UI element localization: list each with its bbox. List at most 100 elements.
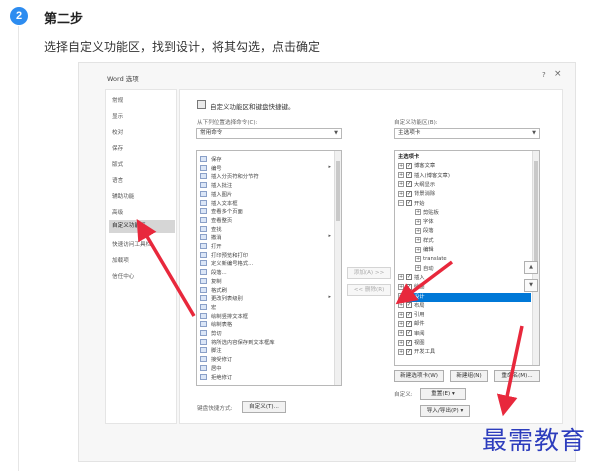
tree-item[interactable]: + ✓ 引用 (398, 311, 531, 320)
choose-commands-dropdown[interactable]: 常用命令 ▼ (196, 128, 342, 139)
nav-item-trust-center[interactable]: 信任中心 (112, 272, 134, 280)
expand-icon[interactable]: + (415, 265, 421, 272)
checkbox[interactable]: ✓ (406, 162, 412, 169)
tree-item[interactable]: + ✓ 审阅 (398, 330, 531, 339)
checkbox[interactable]: ✓ (406, 181, 412, 188)
expand-icon[interactable]: + (415, 246, 421, 253)
tree-item[interactable]: + 样式 (415, 237, 531, 246)
tree-item[interactable]: + ✓ 邮件 (398, 320, 531, 329)
command-item[interactable]: 段落... (211, 268, 227, 276)
nav-item-addins[interactable]: 加载项 (112, 256, 129, 264)
tree-item[interactable]: + 段落 (415, 227, 531, 236)
nav-item-quick-access-toolbar[interactable]: 快速访问工具栏 (112, 240, 151, 248)
move-down-button[interactable]: ▼ (524, 279, 538, 292)
command-item[interactable]: 保存 (211, 155, 222, 163)
customize-shortcuts-button[interactable]: 自定义(T)... (242, 401, 286, 413)
expand-icon[interactable]: + (398, 320, 404, 327)
scrollbar-thumb[interactable] (336, 161, 340, 221)
add-button[interactable]: 添加(A) >> (347, 267, 391, 279)
nav-item-advanced[interactable]: 高级 (112, 208, 123, 216)
command-item[interactable]: 绘制表格 (211, 320, 232, 328)
checkbox[interactable]: ✓ (406, 339, 412, 346)
command-item[interactable]: 查看多个页面 (211, 207, 243, 215)
tree-item[interactable]: + 字体 (415, 218, 531, 227)
command-item[interactable]: 更改列表级别 (211, 294, 243, 302)
tree-item[interactable]: + 剪贴板 (415, 209, 531, 218)
tree-item[interactable]: + translate (415, 255, 531, 264)
nav-item-layout[interactable]: 版式 (112, 160, 123, 168)
commands-scrollbar[interactable] (334, 151, 341, 385)
tree-item[interactable]: + ✓ 大纲显示 (398, 181, 531, 190)
move-up-button[interactable]: ▲ (524, 261, 538, 274)
tree-item[interactable]: + 自动 (415, 265, 531, 274)
command-item[interactable]: 插入批注 (211, 181, 232, 189)
remove-button[interactable]: << 删除(R) (347, 284, 391, 296)
nav-item-proofing[interactable]: 校对 (112, 128, 123, 136)
tree-item[interactable]: + ✓ 视图 (398, 339, 531, 348)
scrollbar-thumb[interactable] (534, 161, 538, 261)
command-item[interactable]: 插入文本框 (211, 199, 238, 207)
tree-scrollbar[interactable] (532, 151, 539, 365)
tree-item[interactable]: + ✓ 背景消除 (398, 190, 531, 199)
expand-icon[interactable]: + (398, 302, 404, 309)
tree-item[interactable]: + ✓ 博客文章 (398, 162, 531, 171)
command-item[interactable]: 查看整页 (211, 216, 232, 224)
command-item[interactable]: 复制 (211, 277, 222, 285)
command-item[interactable]: 编号 (211, 164, 222, 172)
command-item[interactable]: 接受修订 (211, 355, 232, 363)
tree-item[interactable]: + ✓ 开发工具 (398, 348, 531, 357)
expand-icon[interactable]: + (415, 227, 421, 234)
expand-icon[interactable]: + (415, 255, 421, 262)
command-item[interactable]: 定义新编号格式... (211, 259, 253, 267)
command-item[interactable]: 查找 (211, 225, 222, 233)
expand-icon[interactable]: + (398, 283, 404, 290)
checkbox[interactable]: ✓ (406, 302, 412, 309)
checkbox[interactable]: ✓ (406, 330, 412, 337)
checkbox[interactable]: ✓ (406, 348, 412, 355)
expand-icon[interactable]: + (398, 181, 404, 188)
command-item[interactable]: 打开 (211, 242, 222, 250)
nav-item-customize-ribbon[interactable]: 自定义功能区 (109, 220, 175, 233)
command-item[interactable]: 将所选内容保存到文本框库 (211, 338, 275, 346)
help-icon[interactable]: ? (542, 71, 546, 79)
new-tab-button[interactable]: 新建选项卡(W) (394, 370, 444, 382)
expand-icon[interactable]: + (415, 237, 421, 244)
checkbox[interactable]: ✓ (406, 293, 412, 299)
tree-item[interactable]: + 编辑 (415, 246, 531, 255)
expand-icon[interactable]: + (398, 190, 404, 197)
checkbox[interactable]: ✓ (406, 283, 412, 290)
tree-item[interactable]: + ✓ 绘图 (398, 283, 531, 292)
command-item[interactable]: 打印预览和打印 (211, 251, 248, 259)
command-item[interactable]: 插入分页符和分节符 (211, 172, 259, 180)
checkbox[interactable]: ✓ (406, 190, 412, 197)
command-item[interactable]: 宏 (211, 303, 216, 311)
checkbox[interactable]: ✓ (406, 172, 412, 179)
tree-item[interactable]: + ✓ 插入(博客文章) (398, 172, 531, 181)
command-item[interactable]: 撤消 (211, 233, 222, 241)
expand-icon[interactable]: + (398, 172, 404, 179)
nav-item-general[interactable]: 常规 (112, 96, 123, 104)
checkbox[interactable]: ✓ (406, 320, 412, 327)
command-item[interactable]: 居中 (211, 364, 222, 372)
expand-icon[interactable]: + (398, 311, 404, 318)
tree-item-design[interactable]: + ✓ 设计 (398, 292, 531, 302)
expand-icon[interactable]: + (398, 339, 404, 346)
expand-icon[interactable]: + (415, 209, 421, 216)
command-item[interactable]: 格式刷 (211, 286, 227, 294)
customize-ribbon-dropdown[interactable]: 主选项卡 ▼ (394, 128, 540, 139)
new-group-button[interactable]: 新建组(N) (450, 370, 488, 382)
commands-list[interactable]: 保存 编号 插入分页符和分节符 插入批注 插入图片 插入文本框 查看多个页面 查看整页 查找 撤消… (196, 150, 342, 386)
close-icon[interactable]: × (554, 69, 562, 79)
reset-button[interactable]: 重置(E) ▾ (420, 388, 466, 400)
ribbon-tabs-tree[interactable]: 主选项卡 + ✓ 博客文章 + ✓ 插入(博客文章) + ✓ 大纲显示 + ✓ 背景消除 − ✓ 开始 + 剪贴板… (394, 150, 540, 366)
expand-icon[interactable]: + (415, 218, 421, 225)
tree-item[interactable]: + ✓ 插入 (398, 274, 531, 283)
checkbox[interactable]: ✓ (406, 311, 412, 318)
tree-item[interactable]: − ✓ 开始 (398, 200, 531, 209)
expand-icon[interactable]: + (398, 293, 404, 299)
nav-item-language[interactable]: 语言 (112, 176, 123, 184)
tree-item[interactable]: + ✓ 布局 (398, 302, 531, 311)
tree-item[interactable]: 主选项卡 (398, 153, 531, 162)
expand-icon[interactable]: + (398, 274, 404, 281)
import-export-button[interactable]: 导入/导出(P) ▾ (420, 405, 470, 417)
